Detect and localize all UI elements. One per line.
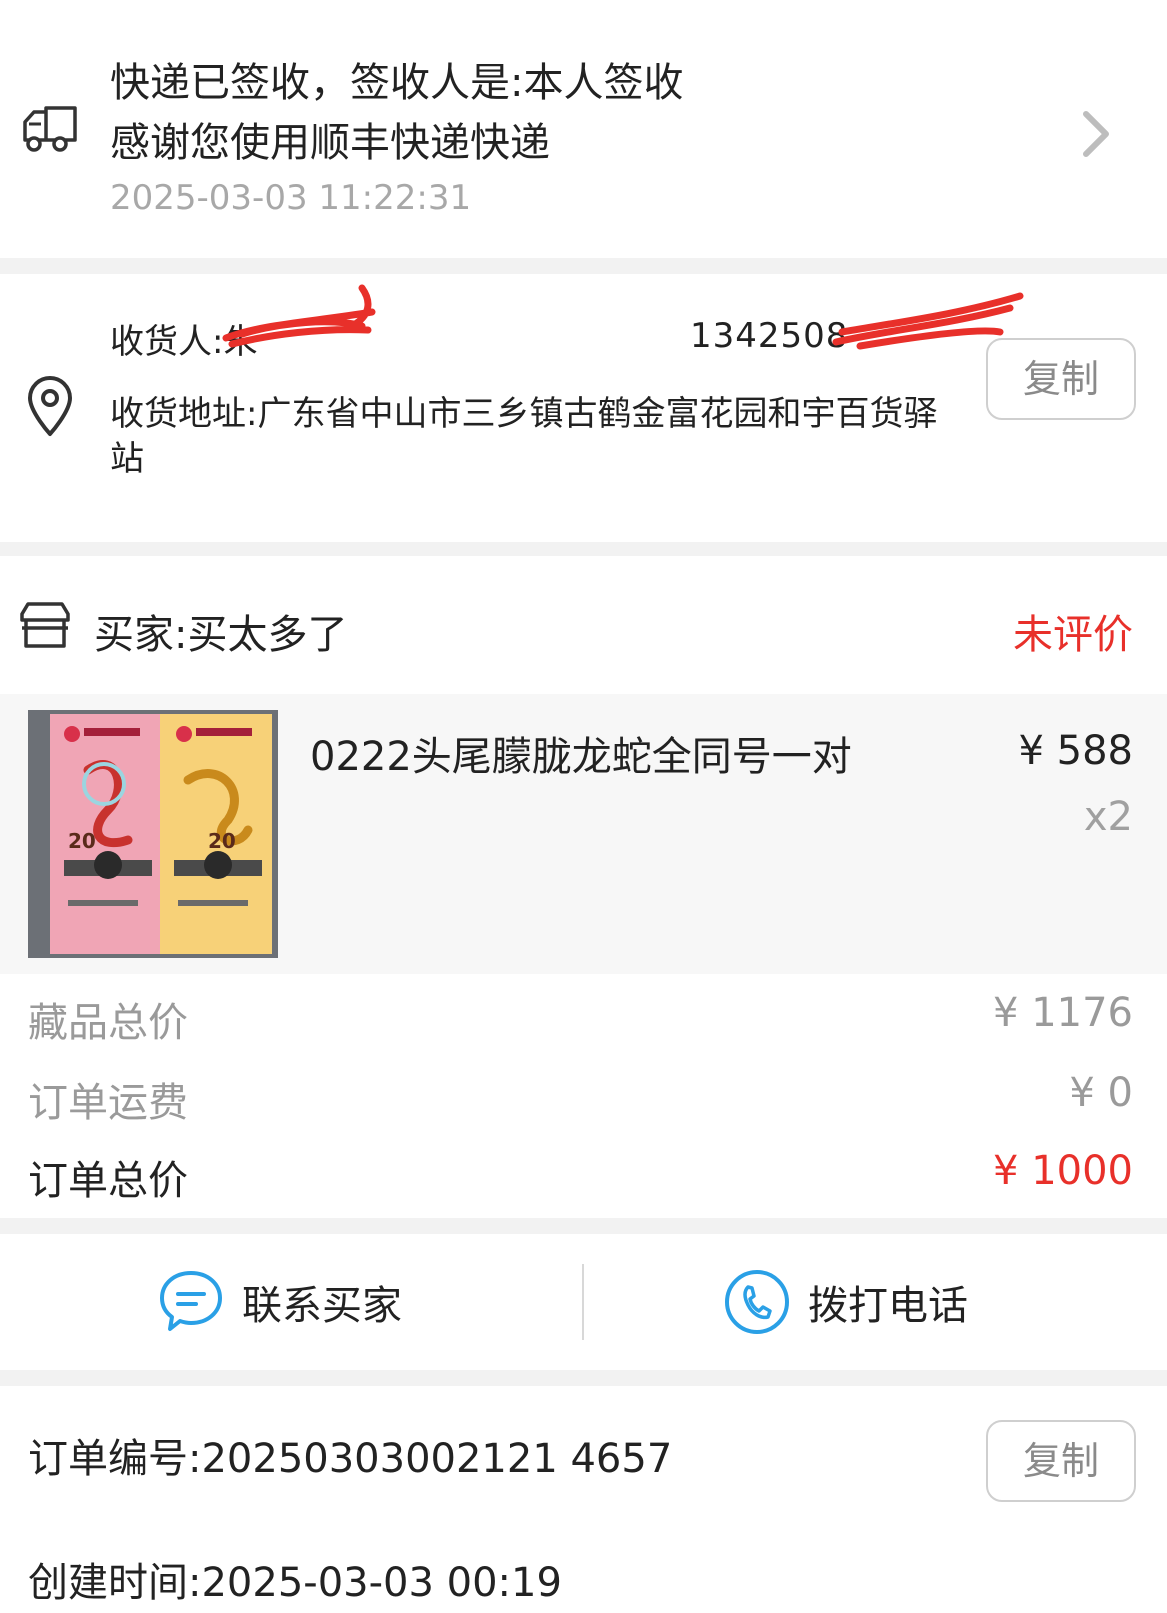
order-totals: 藏品总价 ¥ 1176 订单运费 ¥ 0 订单总价 ¥ 1000 <box>0 974 1167 1218</box>
review-status-badge[interactable]: 未评价 <box>1013 602 1133 660</box>
product-thumbnail: 20 20 <box>28 710 278 958</box>
section-divider <box>0 1218 1167 1234</box>
shipping-address-section: 收货人:朱 1342508 收货地址:广东省中山市三乡镇古鹤金富花园和宇百货驿站… <box>0 274 1167 542</box>
action-bar: 联系买家 拨打电话 <box>0 1234 1167 1370</box>
receiver-phone: 1342508 <box>690 316 849 356</box>
section-divider <box>0 542 1167 556</box>
section-divider <box>0 258 1167 274</box>
logistics-timestamp: 2025-03-03 11:22:31 <box>110 178 472 218</box>
product-item[interactable]: 20 20 0222头尾朦胧龙蛇全同号一对 ¥ 588 x2 <box>0 694 1167 974</box>
buyer-name: 买家:买太多了 <box>94 612 348 658</box>
logistics-status-text: 快递已签收，签收人是:本人签收 <box>110 60 684 106</box>
shipping-fee-label: 订单运费 <box>28 1080 188 1126</box>
svg-text:20: 20 <box>208 829 236 853</box>
product-price: ¥ 588 <box>1018 728 1133 774</box>
section-divider <box>0 1370 1167 1386</box>
order-created-time: 创建时间:2025-03-03 00:19 <box>28 1560 562 1606</box>
redaction-scribble-name <box>222 284 376 348</box>
contact-buyer-label: 联系买家 <box>242 1283 402 1329</box>
location-pin-icon <box>28 376 72 436</box>
call-phone-button[interactable]: 拨打电话 <box>722 1266 968 1338</box>
logistics-thanks-text: 感谢您使用顺丰快递快递 <box>110 120 550 166</box>
logistics-status-row[interactable]: 快递已签收，签收人是:本人签收 感谢您使用顺丰快递快递 2025-03-03 1… <box>0 0 1167 258</box>
items-total-value: ¥ 1176 <box>993 990 1133 1036</box>
product-quantity: x2 <box>1083 794 1133 840</box>
chevron-right-icon <box>1083 111 1109 157</box>
action-separator <box>582 1264 584 1340</box>
copy-order-number-button[interactable]: 复制 <box>986 1420 1136 1502</box>
copy-address-button[interactable]: 复制 <box>986 338 1136 420</box>
product-title: 0222头尾朦胧龙蛇全同号一对 <box>310 734 852 780</box>
order-number: 订单编号:20250303002121 4657 <box>28 1436 673 1482</box>
shop-icon <box>20 602 70 648</box>
order-total-label: 订单总价 <box>28 1158 188 1204</box>
contact-buyer-button[interactable]: 联系买家 <box>156 1266 402 1338</box>
order-info-section: 订单编号:20250303002121 4657 复制 创建时间:2025-03… <box>0 1386 1167 1613</box>
buyer-row: 买家:买太多了 未评价 <box>0 556 1167 694</box>
call-phone-label: 拨打电话 <box>808 1283 968 1329</box>
order-total-value: ¥ 1000 <box>993 1148 1133 1194</box>
truck-icon <box>23 106 77 152</box>
receiver-address: 收货地址:广东省中山市三乡镇古鹤金富花园和宇百货驿站 <box>110 394 938 479</box>
items-total-label: 藏品总价 <box>28 1000 188 1046</box>
phone-icon <box>725 1270 789 1334</box>
chat-bubble-icon <box>160 1271 222 1331</box>
svg-text:20: 20 <box>68 829 96 853</box>
shipping-fee-value: ¥ 0 <box>1069 1070 1133 1116</box>
